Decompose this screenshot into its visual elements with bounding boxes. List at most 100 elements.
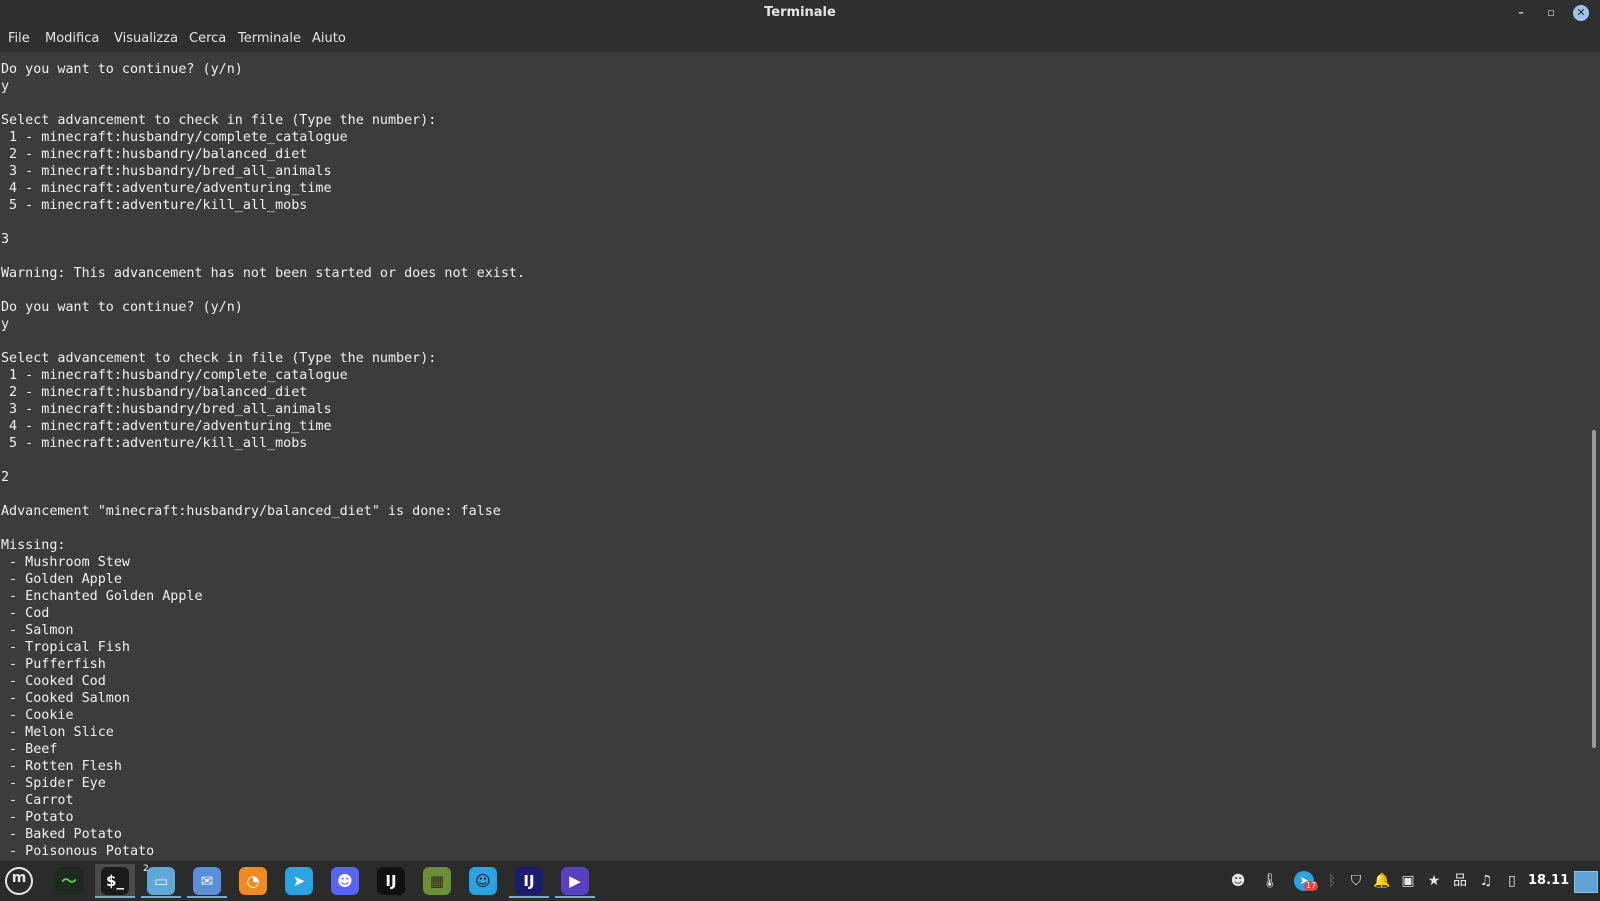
terminal-line: Select advancement to check in file (Typ… [1,113,437,128]
mail-icon: ✉ [193,867,221,895]
menu-file[interactable]: File [8,31,30,46]
folder-icon: ▭ [147,867,175,895]
terminal-line: 1 - minecraft:husbandry/complete_catalog… [1,130,348,145]
discord-icon[interactable]: ☻ [1228,871,1248,891]
terminal-line: - Spider Eye [1,776,106,791]
terminal-line: Select advancement to check in file (Typ… [1,351,437,366]
mint-logo-icon: m [11,870,27,886]
terminal-line: - Tropical Fish [1,640,130,655]
music-note-icon[interactable]: ♫ [1476,871,1496,891]
taskbar-app-discord[interactable]: ☻ [325,864,365,898]
terminal-line: - Pufferfish [1,657,106,672]
battery-icon[interactable]: ▯ [1502,871,1522,891]
terminal-line: 2 - minecraft:husbandry/balanced_diet [1,385,308,400]
show-desktop-button[interactable] [1574,871,1598,893]
terminal-text[interactable]: Do you want to continue? (y/n) y Select a… [0,52,1588,860]
terminal-line: - Enchanted Golden Apple [1,589,203,604]
running-indicator [509,896,549,898]
taskbar-app-minecraft[interactable]: ▦ [417,864,457,898]
shield-icon[interactable]: ⛉ [1346,871,1366,891]
scrollbar[interactable] [1589,52,1600,860]
terminal-line: - Mushroom Stew [1,555,130,570]
terminal-line: y [1,79,10,94]
menu-aiuto[interactable]: Aiuto [312,31,346,46]
system-monitor-icon: 〜 [55,867,83,895]
terminal-line: y [1,317,10,332]
taskbar-app-terminal[interactable]: $_ [95,864,135,898]
terminal-line: - Baked Potato [1,827,122,842]
terminal-line: 4 - minecraft:adventure/adventuring_time [1,181,332,196]
telegram-icon: ➤ [285,867,313,895]
intellij-icon: IJ [377,867,405,895]
terminal-line: - Beef [1,742,58,757]
taskbar-app-mail[interactable]: ✉ [187,864,227,898]
star-icon[interactable]: ★ [1424,871,1444,891]
minimize-button[interactable]: – [1512,4,1530,22]
terminal-line: 5 - minecraft:adventure/kill_all_mobs [1,198,308,213]
terminal-line: 5 - minecraft:adventure/kill_all_mobs [1,436,308,451]
telegram-unread-badge: 17 [1304,881,1319,891]
update-icon[interactable]: ▣ [1398,871,1418,891]
taskbar-app-firefox[interactable]: ◔ [233,864,273,898]
terminal-line: 1 - minecraft:husbandry/complete_catalog… [1,368,348,383]
terminal-line: - Rotten Flesh [1,759,122,774]
title-bar[interactable]: Terminale – ▫ ✕ [0,0,1600,26]
play-icon: ▶ [561,867,589,895]
taskbar: m 〜 $_ ▭ 2 ✉ ◔ ➤ ☻ IJ ▦ ☺ IJ ▶ ☻ 🌡 ➤ 17 ᛒ ⛉ 🔔 ▣ ★ 品 ♫ ▯ 18.11 [0,860,1600,901]
terminal-line: - Golden Apple [1,572,122,587]
terminal-line: - Potato [1,810,74,825]
terminal-line: Missing: [1,538,66,553]
terminal-window: Terminale – ▫ ✕ File Modifica Visualizza… [0,0,1600,860]
terminal-line: Warning: This advancement has not been s… [1,266,526,281]
taskbar-app-intellij-idea-2[interactable]: IJ [509,864,549,898]
close-button[interactable]: ✕ [1573,5,1589,21]
window-count-badge: 2 [143,864,149,874]
thermometer-icon[interactable]: 🌡 [1260,871,1280,891]
scrollbar-thumb[interactable] [1592,430,1596,748]
terminal-line: Do you want to continue? (y/n) [1,300,243,315]
terminal-icon: $_ [101,867,129,895]
menu-cerca[interactable]: Cerca [189,31,226,46]
terminal-line: - Carrot [1,793,74,808]
taskbar-app-system-monitor[interactable]: 〜 [49,864,89,898]
menu-terminale[interactable]: Terminale [238,31,301,46]
terminal-line: - Cookie [1,708,74,723]
terminal-line: 2 [1,470,10,485]
firefox-icon: ◔ [239,867,267,895]
terminal-line: 3 - minecraft:husbandry/bred_all_animals [1,164,332,179]
terminal-line: 3 [1,232,10,247]
taskbar-app-bitwarden[interactable]: ☺ [463,864,503,898]
window-title: Terminale [764,5,836,20]
shield-app-icon: ☺ [469,867,497,895]
terminal-line: - Cooked Salmon [1,691,130,706]
taskbar-app-files[interactable]: ▭ 2 [141,864,181,898]
start-menu-button[interactable]: m [5,867,33,895]
running-indicator [187,896,227,898]
taskbar-app-telegram[interactable]: ➤ [279,864,319,898]
clock[interactable]: 18.11 [1528,873,1569,888]
maximize-button[interactable]: ▫ [1542,4,1560,22]
terminal-line: 2 - minecraft:husbandry/balanced_diet [1,147,308,162]
bell-icon[interactable]: 🔔 [1372,871,1392,891]
terminal-line: - Cooked Cod [1,674,106,689]
terminal-line: - Salmon [1,623,74,638]
network-icon[interactable]: 品 [1450,871,1470,891]
taskbar-app-intellij-idea[interactable]: IJ [371,864,411,898]
running-indicator [95,896,135,898]
menu-modifica[interactable]: Modifica [45,31,99,46]
bluetooth-icon[interactable]: ᛒ [1322,871,1342,891]
telegram-icon[interactable]: ➤ 17 [1294,871,1319,891]
taskbar-app-media-player[interactable]: ▶ [555,864,595,898]
terminal-output[interactable]: Do you want to continue? (y/n) y Select a… [0,52,1588,860]
running-indicator [555,896,595,898]
terminal-line: - Cod [1,606,50,621]
terminal-line: - Poisonous Potato [1,844,155,859]
minecraft-icon: ▦ [423,867,451,895]
menu-visualizza[interactable]: Visualizza [114,31,178,46]
intellij-icon: IJ [515,867,543,895]
